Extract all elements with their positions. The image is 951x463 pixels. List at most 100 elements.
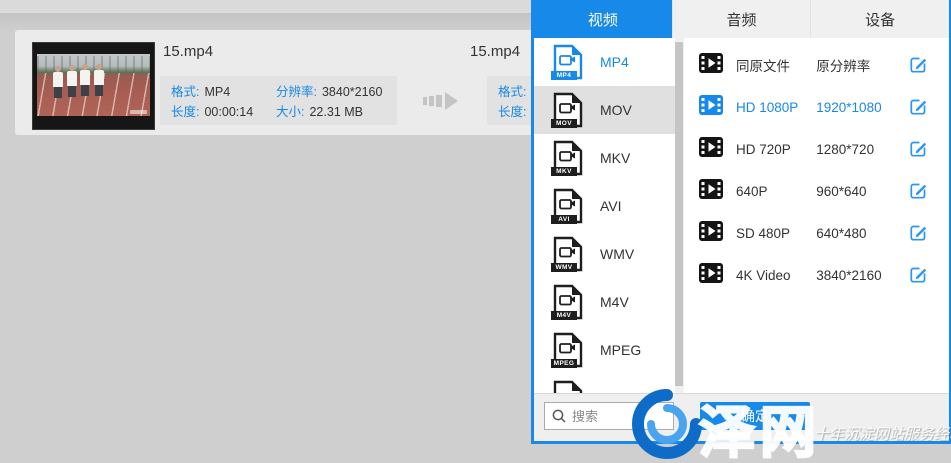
- m4v-badge: M4V: [551, 311, 577, 320]
- edit-settings-icon[interactable]: [908, 97, 928, 117]
- quality-resolution: 原分辨率: [816, 55, 908, 75]
- mp4-badge: MP4: [551, 71, 577, 80]
- quality-resolution: 3840*2160: [816, 268, 908, 283]
- resolution-value: 3840*2160: [322, 85, 382, 99]
- source-format: 格式: MP4: [171, 81, 276, 100]
- format-label: MP4: [600, 54, 629, 70]
- video-thumbnail: [32, 42, 155, 130]
- quality-label: HD 720P: [736, 142, 816, 157]
- film-icon: [698, 262, 724, 289]
- quality-item-640p[interactable]: 640P 960*640: [684, 170, 949, 212]
- source-file-title: 15.mp4: [163, 43, 213, 60]
- format-label: 格式:: [171, 85, 199, 99]
- quality-label: 4K Video: [736, 268, 816, 283]
- format-item-mkv[interactable]: MKV MKV: [534, 134, 675, 182]
- size-label: 大小:: [276, 105, 304, 119]
- avi-badge: AVI: [551, 215, 577, 224]
- format-label: MPEG: [600, 342, 641, 358]
- target-file-title-wrap: 15.mp4: [470, 43, 528, 60]
- search-input[interactable]: [572, 409, 667, 424]
- quality-resolution: 640*480: [816, 226, 908, 241]
- format-list-scrollbar[interactable]: [675, 38, 684, 393]
- film-icon: [698, 220, 724, 247]
- format-label: MOV: [600, 102, 632, 118]
- mp4-file-icon: MP4: [553, 44, 583, 80]
- panel-bottom-bar: 确定: [534, 393, 949, 441]
- source-size: 大小: 22.31 MB: [276, 101, 386, 120]
- size-value: 22.31 MB: [309, 105, 363, 119]
- quality-label: HD 1080P: [736, 100, 816, 115]
- format-list: MP4 MP4 MOV MOV: [534, 38, 675, 393]
- tab-audio[interactable]: 音频: [672, 0, 811, 38]
- format-label: AVI: [600, 198, 622, 214]
- target-file-title: 15.mp4: [470, 43, 528, 60]
- m4v-file-icon: M4V: [553, 284, 583, 320]
- edit-settings-icon[interactable]: [908, 139, 928, 159]
- mpeg-badge: MPEG: [551, 359, 577, 368]
- thumbnail-person: [80, 70, 90, 85]
- format-item-partial[interactable]: [534, 374, 675, 393]
- resolution-label: 分辨率:: [276, 85, 317, 99]
- panel-tabs: 视频 音频 设备: [534, 0, 949, 38]
- quality-item-hd1080p[interactable]: HD 1080P 1920*1080: [684, 86, 949, 128]
- quality-label: 640P: [736, 184, 816, 199]
- search-box[interactable]: [544, 402, 674, 430]
- convert-arrow-icon: [423, 90, 459, 117]
- format-picker-panel: 视频 音频 设备 MP4 MP4: [531, 0, 951, 444]
- quality-item-hd720p[interactable]: HD 720P 1280*720: [684, 128, 949, 170]
- mpeg-file-icon: MPEG: [553, 332, 583, 368]
- scrollbar-thumb[interactable]: [675, 42, 683, 386]
- film-icon: [698, 94, 724, 121]
- quality-item-4k[interactable]: 4K Video 3840*2160: [684, 254, 949, 296]
- format-item-mov[interactable]: MOV MOV: [534, 86, 675, 134]
- format-item-wmv[interactable]: WMV WMV: [534, 230, 675, 278]
- source-resolution: 分辨率: 3840*2160: [276, 81, 386, 100]
- thumbnail-person: [53, 72, 63, 87]
- mov-file-icon: MOV: [553, 92, 583, 128]
- quality-label: SD 480P: [736, 226, 816, 241]
- thumbnail-watermark: [130, 110, 147, 114]
- source-file-info: 格式: MP4 分辨率: 3840*2160 长度: 00:00:14 大小: 22.3…: [160, 76, 397, 125]
- film-icon: [698, 136, 724, 163]
- duration-label: 长度:: [171, 105, 199, 119]
- thumbnail-image: [37, 54, 150, 116]
- format-label: M4V: [600, 294, 629, 310]
- film-icon: [698, 52, 724, 79]
- duration-value: 00:00:14: [204, 105, 253, 119]
- format-item-mpeg[interactable]: MPEG MPEG: [534, 326, 675, 374]
- wmv-file-icon: WMV: [553, 236, 583, 272]
- format-item-mp4[interactable]: MP4 MP4: [534, 38, 675, 86]
- quality-label: 同原文件: [736, 55, 816, 75]
- edit-settings-icon[interactable]: [908, 265, 928, 285]
- mkv-file-icon: MKV: [553, 140, 583, 176]
- avi-file-icon: AVI: [553, 188, 583, 224]
- mkv-badge: MKV: [551, 167, 577, 176]
- format-value: MP4: [204, 85, 230, 99]
- edit-settings-icon[interactable]: [908, 181, 928, 201]
- format-item-avi[interactable]: AVI AVI: [534, 182, 675, 230]
- format-item-m4v[interactable]: M4V M4V: [534, 278, 675, 326]
- tab-device[interactable]: 设备: [810, 0, 949, 38]
- search-icon: [551, 408, 567, 424]
- source-duration: 长度: 00:00:14: [171, 101, 276, 120]
- format-label: 格式:: [498, 85, 526, 99]
- thumbnail-building: [37, 56, 150, 72]
- edit-settings-icon[interactable]: [908, 223, 928, 243]
- quality-resolution: 1280*720: [816, 142, 908, 157]
- mov-badge: MOV: [551, 119, 577, 128]
- format-label: MKV: [600, 150, 630, 166]
- quality-resolution: 1920*1080: [816, 100, 908, 115]
- film-icon: [698, 178, 724, 205]
- confirm-button[interactable]: 确定: [700, 402, 810, 430]
- thumbnail-person: [67, 71, 77, 86]
- edit-settings-icon[interactable]: [908, 55, 928, 75]
- duration-label: 长度:: [498, 105, 526, 119]
- thumbnail-person: [94, 70, 104, 85]
- quality-item-sd480p[interactable]: SD 480P 640*480: [684, 212, 949, 254]
- quality-resolution: 960*640: [816, 184, 908, 199]
- quality-item-original[interactable]: 同原文件 原分辨率: [684, 44, 949, 86]
- partial-file-icon: [553, 380, 583, 393]
- quality-list: 同原文件 原分辨率 HD 1080P 1920*1080 HD 720P 128…: [684, 38, 949, 393]
- format-label: WMV: [600, 246, 634, 262]
- tab-video[interactable]: 视频: [534, 0, 672, 38]
